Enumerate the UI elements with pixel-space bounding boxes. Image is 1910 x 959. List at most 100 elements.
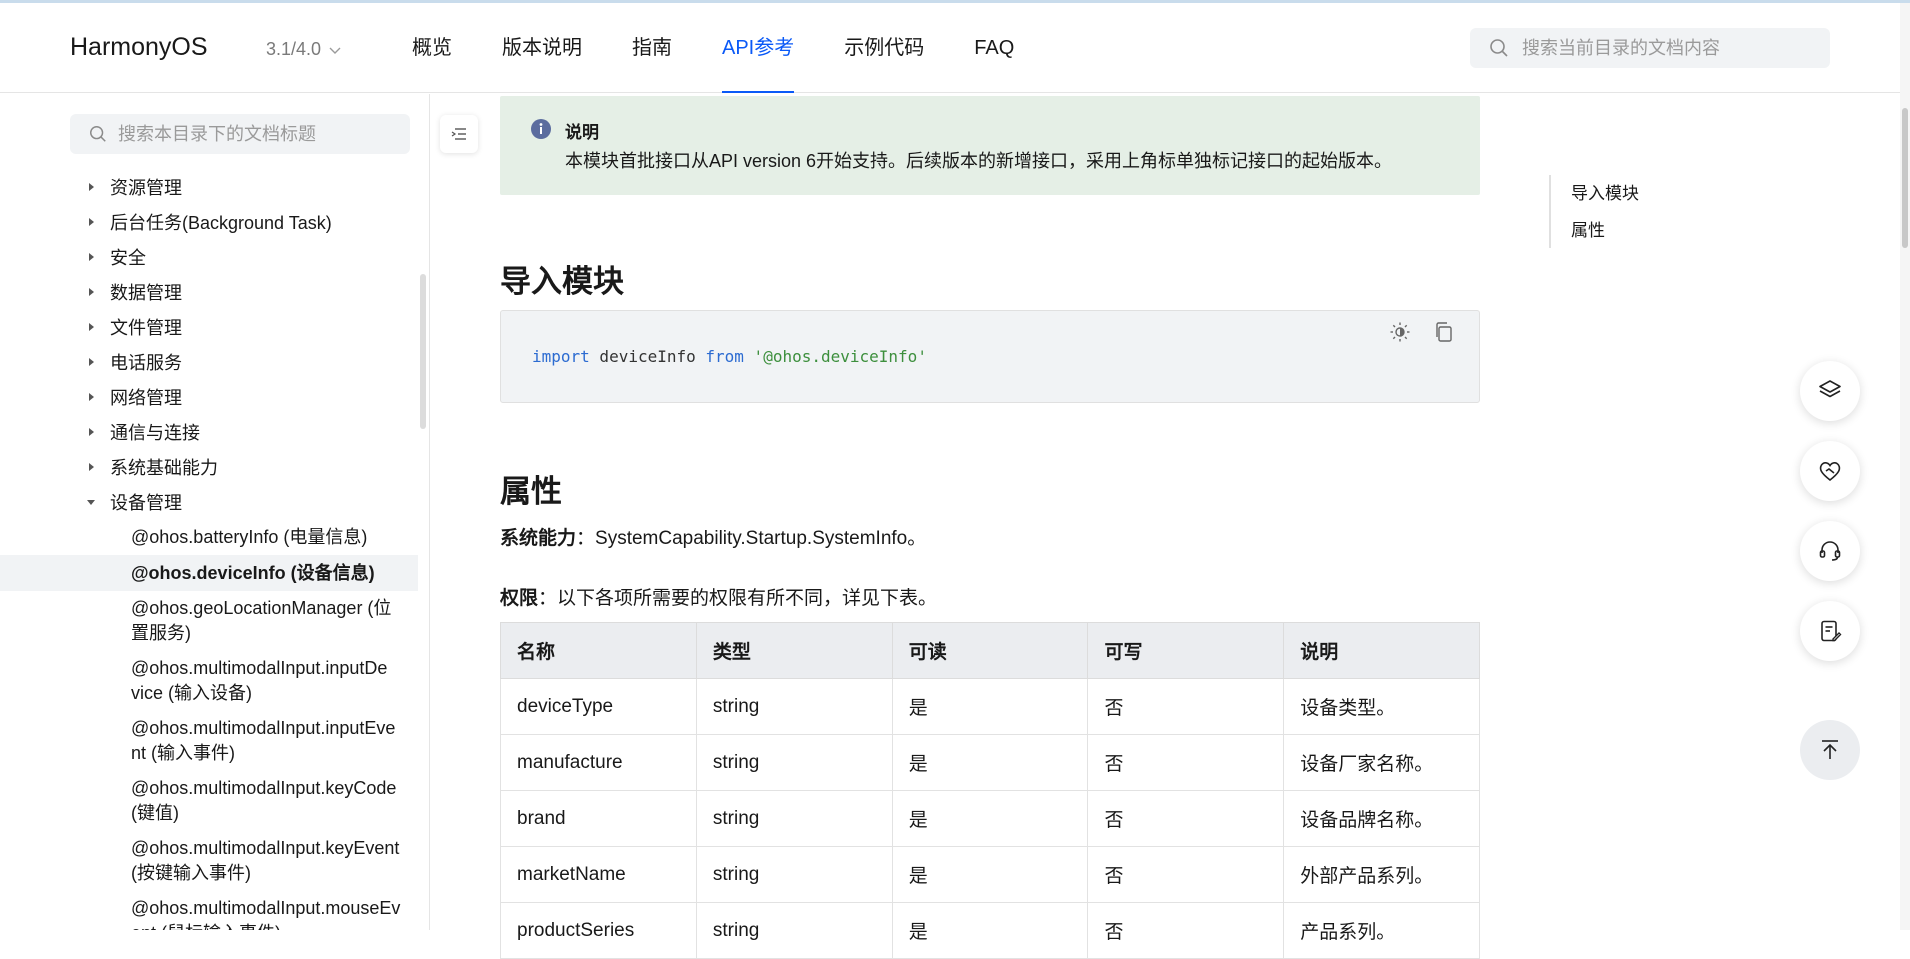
caret-right-icon: [89, 287, 94, 296]
table-cell: 产品系列。: [1283, 902, 1480, 959]
column-header-name: 名称: [500, 622, 697, 679]
sidebar: 资源管理 后台任务(Background Task) 安全 数据管理 文件管理 …: [0, 94, 430, 930]
sidebar-item-data-management[interactable]: 数据管理: [0, 274, 418, 309]
sidebar-search-box[interactable]: [70, 114, 410, 154]
version-label: 3.1/4.0: [266, 39, 322, 59]
nav-faq[interactable]: FAQ: [974, 3, 1014, 93]
theme-toggle-button[interactable]: [1389, 321, 1411, 343]
nav-overview[interactable]: 概览: [412, 3, 452, 93]
sidebar-item-resource-management[interactable]: 资源管理: [0, 169, 418, 204]
sidebar-tree: 资源管理 后台任务(Background Task) 安全 数据管理 文件管理 …: [0, 169, 418, 930]
favorite-button[interactable]: [1800, 441, 1860, 501]
table-cell: string: [695, 846, 893, 903]
sidebar-child-label: @ohos.deviceInfo (设备信息): [131, 562, 375, 583]
sidebar-child-label: @ohos.batteryInfo (电量信息): [131, 526, 368, 547]
nav-guide[interactable]: 指南: [632, 3, 672, 93]
headset-icon: [1819, 541, 1841, 561]
top-header: HarmonyOS 3.1/4.0 概览 版本说明 指南 API参考 示例代码 …: [0, 3, 1900, 93]
sidebar-item-security[interactable]: 安全: [0, 239, 418, 274]
table-cell: string: [695, 902, 893, 959]
table-cell: 否: [1087, 846, 1285, 903]
sidebar-item-file-management[interactable]: 文件管理: [0, 309, 418, 344]
sidebar-scrollbar-thumb[interactable]: [420, 274, 426, 429]
sidebar-child-label-line: @ohos.multimodalInput.inputEve: [131, 718, 396, 738]
code-string: '@ohos.deviceInfo': [743, 347, 927, 366]
sidebar-child-geolocation[interactable]: @ohos.geoLocationManager (位 置服务): [0, 591, 418, 651]
code-keyword: import: [532, 347, 590, 366]
sidebar-item-label: 设备管理: [110, 492, 182, 513]
copy-code-button[interactable]: [1433, 321, 1455, 343]
table-cell: deviceType: [500, 678, 697, 735]
permission-label: 权限: [500, 588, 539, 609]
layers-icon: [1819, 380, 1841, 398]
table-cell: productSeries: [500, 902, 697, 959]
column-header-description: 说明: [1283, 622, 1480, 679]
sidebar-item-system-basics[interactable]: 系统基础能力: [0, 449, 418, 484]
sidebar-search-input[interactable]: [118, 123, 398, 145]
sidebar-item-telephony[interactable]: 电话服务: [0, 344, 418, 379]
nav-release-notes[interactable]: 版本说明: [502, 3, 582, 93]
back-to-top-button[interactable]: [1800, 720, 1860, 780]
properties-table: 名称 类型 可读 可写 说明 deviceType string 是 否 设备类…: [500, 622, 1480, 959]
table-cell: 否: [1087, 790, 1285, 847]
caret-right-icon: [89, 392, 94, 401]
sidebar-item-network[interactable]: 网络管理: [0, 379, 418, 414]
sidebar-child-battery-info[interactable]: @ohos.batteryInfo (电量信息): [0, 519, 418, 555]
sidebar-child-label-line: @ohos.multimodalInput.keyCode: [131, 778, 397, 798]
code-identifier: deviceInfo: [589, 347, 706, 366]
sidebar-child-input-device[interactable]: @ohos.multimodalInput.inputDe vice (输入设备…: [0, 651, 418, 711]
nav-sample-code[interactable]: 示例代码: [844, 3, 924, 93]
sidebar-item-label: 资源管理: [110, 177, 182, 198]
doc-search-box[interactable]: [1470, 28, 1830, 68]
table-row: manufacture string 是 否 设备厂家名称。: [500, 734, 1480, 791]
logo[interactable]: HarmonyOS: [70, 33, 208, 62]
version-selector[interactable]: 3.1/4.0: [266, 39, 343, 60]
support-button[interactable]: [1800, 521, 1860, 581]
table-cell: 是: [891, 902, 1089, 959]
sun-icon: [1390, 322, 1410, 342]
table-cell: manufacture: [500, 734, 697, 791]
table-cell: 外部产品系列。: [1283, 846, 1480, 903]
note-text: 本模块首批接口从API version 6开始支持。后续版本的新增接口，采用上角…: [565, 151, 1393, 171]
sidebar-item-label: 文件管理: [110, 317, 182, 338]
feedback-icon: [1821, 620, 1842, 642]
sidebar-item-connectivity[interactable]: 通信与连接: [0, 414, 418, 449]
search-icon: [1490, 39, 1508, 57]
page-toc: 导入模块 属性: [1549, 175, 1639, 248]
note-title: 说明: [565, 123, 599, 142]
sidebar-child-device-info[interactable]: @ohos.deviceInfo (设备信息): [0, 555, 418, 591]
sidebar-child-input-event[interactable]: @ohos.multimodalInput.inputEve nt (输入事件): [0, 711, 418, 771]
sidebar-child-mouse-event[interactable]: @ohos.multimodalInput.mouseEv ent (鼠标输入事…: [0, 891, 418, 930]
page-scrollbar[interactable]: [1900, 3, 1910, 930]
properties-heading: 属性: [500, 474, 562, 509]
back-to-top-icon: [1822, 740, 1838, 759]
sidebar-scrollbar[interactable]: [418, 174, 428, 930]
table-row: productSeries string 是 否 产品系列。: [500, 902, 1480, 959]
system-capability-value: ：SystemCapability.Startup.SystemInfo。: [576, 528, 927, 549]
sidebar-item-background-task[interactable]: 后台任务(Background Task): [0, 204, 418, 239]
layers-button[interactable]: [1800, 361, 1860, 421]
toc-item-import[interactable]: 导入模块: [1551, 175, 1639, 212]
info-icon: [531, 119, 551, 139]
sidebar-child-label-line: (按键输入事件): [131, 863, 251, 883]
sidebar-child-label-line: ent (鼠标输入事件): [131, 921, 408, 930]
sidebar-item-device-management[interactable]: 设备管理: [0, 484, 418, 519]
column-header-readable: 可读: [891, 622, 1089, 679]
code-text[interactable]: import deviceInfo from '@ohos.deviceInfo…: [532, 347, 927, 366]
sidebar-child-key-event[interactable]: @ohos.multimodalInput.keyEvent (按键输入事件): [0, 831, 418, 891]
doc-search-input[interactable]: [1522, 37, 1822, 59]
collapse-sidebar-button[interactable]: [440, 115, 478, 153]
nav-api-reference[interactable]: API参考: [722, 3, 795, 93]
toc-item-properties[interactable]: 属性: [1551, 212, 1639, 249]
permission-value: ：以下各项所需要的权限有所不同，详见下表。: [538, 588, 938, 609]
table-cell: 是: [891, 846, 1089, 903]
page-scrollbar-thumb[interactable]: [1902, 108, 1908, 248]
sidebar-item-label: 数据管理: [110, 282, 182, 303]
table-cell: 否: [1087, 734, 1285, 791]
table-cell: marketName: [500, 846, 697, 903]
system-capability-label: 系统能力: [500, 528, 577, 549]
table-cell: 是: [891, 790, 1089, 847]
feedback-button[interactable]: [1800, 601, 1860, 661]
sidebar-child-key-code[interactable]: @ohos.multimodalInput.keyCode (键值): [0, 771, 418, 831]
code-keyword: from: [705, 347, 744, 366]
